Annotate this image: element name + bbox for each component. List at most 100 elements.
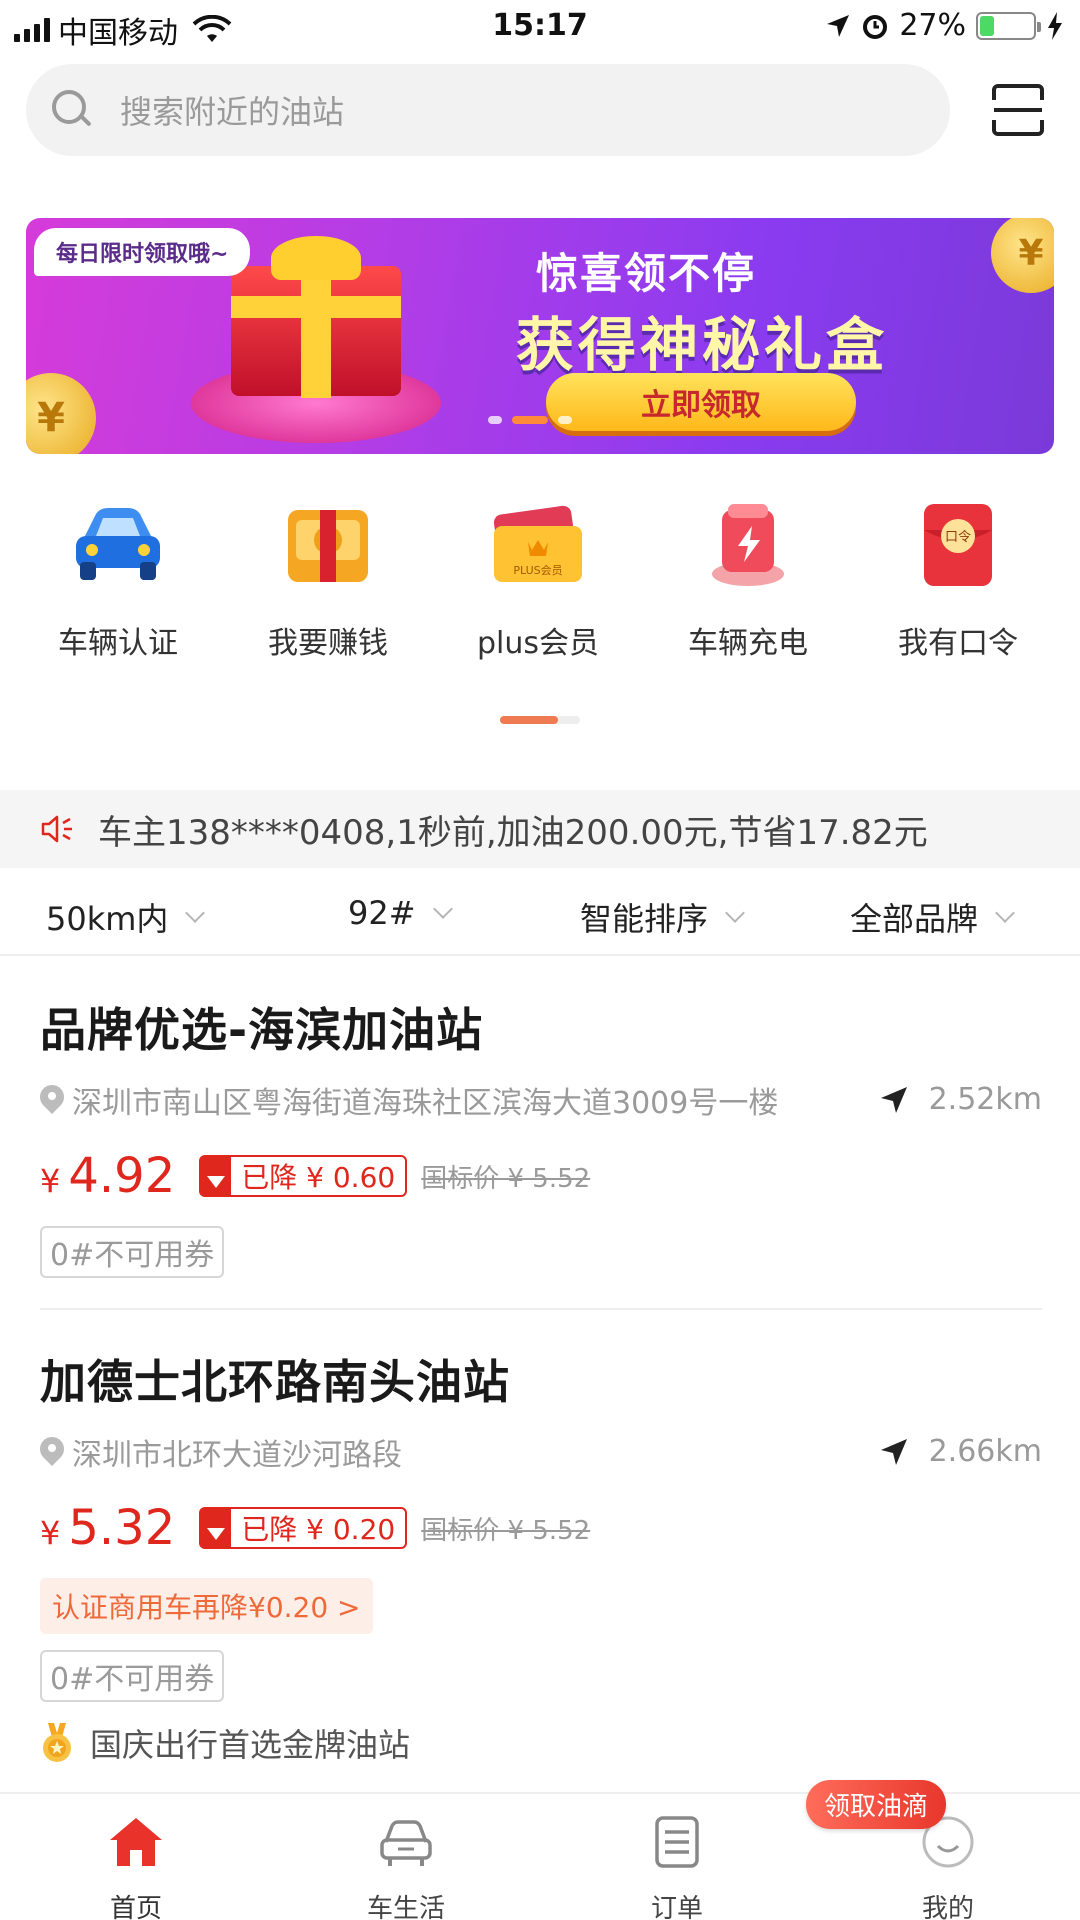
currency-symbol: ¥ <box>40 1514 61 1552</box>
tab-label: 订单 <box>650 1894 703 1920</box>
quick-entry-plus-member[interactable]: PLUS会员 plus会员 <box>433 500 643 662</box>
navigate-icon <box>880 1086 907 1113</box>
alarm-icon <box>863 14 888 39</box>
battery-icon <box>976 11 1041 40</box>
filter-label: 50km内 <box>46 900 169 938</box>
quick-entry-label: 车辆认证 <box>58 626 178 661</box>
battery-percent: 27% <box>899 8 966 43</box>
quick-entry-vehicle-cert[interactable]: 车辆认证 <box>13 500 223 662</box>
price-row: ¥5.32 已降 ¥ 0.20 国标价 ¥ 5.52 <box>40 1500 1042 1556</box>
filter-brand[interactable]: 全部品牌 <box>850 894 1015 940</box>
station-name: 加德士北环路南头油站 <box>40 1355 510 1409</box>
honor-text: 国庆出行首选金牌油站 <box>90 1726 411 1764</box>
money-icon: ¥ <box>280 500 376 592</box>
navigate-icon <box>880 1438 907 1465</box>
claim-button[interactable]: 立即领取 <box>546 373 856 431</box>
plus-card-icon: PLUS会员 <box>490 500 586 592</box>
notice-bar[interactable]: 车主138****0408,1秒前,加油200.00元,节省17.82元 <box>0 790 1080 868</box>
scan-icon[interactable] <box>990 82 1046 138</box>
quick-entry-grid: 车辆认证 ¥ 我要赚钱 PLUS会员 plus会员 <box>0 500 1080 670</box>
quick-entry-label: 我有口令 <box>898 626 1018 661</box>
station-distance[interactable]: 2.66km <box>879 1434 1042 1469</box>
price-value: 4.92 <box>68 1148 176 1204</box>
banner-dot <box>558 416 572 424</box>
price-row: ¥4.92 已降 ¥ 0.60 国标价 ¥ 5.52 <box>40 1148 1042 1204</box>
quick-entry-earn-money[interactable]: ¥ 我要赚钱 <box>223 500 433 662</box>
chevron-down-icon <box>432 899 453 919</box>
tab-orders[interactable]: 订单 <box>597 1814 757 1920</box>
tab-profile[interactable]: 我的 <box>868 1814 1028 1920</box>
station-address-row: 深圳市北环大道沙河路段 2.66km <box>35 1432 1042 1473</box>
gift-bow-icon <box>271 236 361 280</box>
station-price: ¥5.32 <box>40 1500 175 1556</box>
distance-value: 2.66km <box>928 1434 1042 1469</box>
station-address: 深圳市北环大道沙河路段 <box>72 1438 402 1473</box>
quick-entry-label: 车辆充电 <box>688 626 808 661</box>
banner-tag: 每日限时领取哦~ <box>34 228 251 276</box>
station-card[interactable]: 品牌优选-海滨加油站 深圳市南山区粤海街道海珠社区滨海大道3009号一楼 2.5… <box>35 994 1042 1278</box>
claim-oil-drops-badge[interactable]: 领取油滴 <box>806 1780 947 1829</box>
quick-entry-label: plus会员 <box>476 626 600 661</box>
station-address: 深圳市南山区粤海街道海珠社区滨海大道3009号一楼 <box>72 1086 779 1121</box>
search-input[interactable]: 搜索附近的油站 <box>26 64 950 156</box>
station-card[interactable]: 加德士北环路南头油站 深圳市北环大道沙河路段 2.66km ¥5.32 已降 ¥… <box>35 1346 1042 1766</box>
location-pin-icon <box>35 1080 69 1115</box>
coin-icon: ¥ <box>26 373 96 454</box>
quick-entry-pager <box>500 716 580 724</box>
filter-label: 92# <box>348 894 416 932</box>
home-icon <box>110 1818 162 1866</box>
filter-label: 全部品牌 <box>850 900 979 938</box>
status-right: 27% <box>825 8 1064 43</box>
banner-dot-active <box>512 416 548 424</box>
banner-dot <box>488 416 502 424</box>
tab-car-life[interactable]: 车生活 <box>326 1814 486 1920</box>
price-drop-badge: 已降 ¥ 0.20 <box>199 1507 408 1549</box>
tab-label: 首页 <box>109 1894 162 1920</box>
station-distance[interactable]: 2.52km <box>879 1082 1042 1117</box>
notice-text: 车主138****0408,1秒前,加油200.00元,节省17.82元 <box>98 812 928 853</box>
filter-bar: 50km内 92# 智能排序 全部品牌 <box>0 880 1080 956</box>
promo-banner[interactable]: ¥ ¥ 每日限时领取哦~ 惊喜领不停 获得神秘礼盒 立即领取 <box>26 218 1054 454</box>
tab-label: 车生活 <box>366 1894 445 1920</box>
list-price: 国标价 ¥ 5.52 <box>421 1515 591 1546</box>
search-icon <box>52 90 92 130</box>
list-price: 国标价 ¥ 5.52 <box>421 1163 591 1194</box>
gold-medal-icon <box>43 1723 71 1762</box>
distance-value: 2.52km <box>928 1082 1042 1117</box>
station-name: 品牌优选-海滨加油站 <box>40 1003 484 1057</box>
commercial-vehicle-promo[interactable]: 认证商用车再降¥0.20 > <box>40 1578 373 1634</box>
location-pin-icon <box>35 1432 69 1467</box>
location-arrow-icon <box>827 14 850 37</box>
price-value: 5.32 <box>68 1500 176 1556</box>
car-icon <box>70 500 166 592</box>
quick-entry-passcode[interactable]: 口令 我有口令 <box>853 500 1063 662</box>
price-drop-text: 已降 ¥ 0.60 <box>241 1161 396 1194</box>
filter-label: 智能排序 <box>580 900 709 938</box>
filter-distance[interactable]: 50km内 <box>46 894 206 940</box>
filter-sort[interactable]: 智能排序 <box>580 894 745 940</box>
banner-subtitle: 惊喜领不停 <box>536 249 757 298</box>
coupon-tag: 0#不可用券 <box>40 1226 225 1278</box>
speaker-icon <box>41 815 72 843</box>
down-arrow-icon <box>201 1157 232 1195</box>
quick-entry-label: 我要赚钱 <box>268 626 388 661</box>
station-address-row: 深圳市南山区粤海街道海珠社区滨海大道3009号一楼 2.52km <box>35 1080 1042 1121</box>
price-drop-badge: 已降 ¥ 0.60 <box>199 1155 408 1197</box>
order-icon <box>655 1816 699 1868</box>
search-placeholder: 搜索附近的油站 <box>120 93 345 131</box>
red-envelope-icon: 口令 <box>910 500 1006 592</box>
charging-icon <box>700 500 796 592</box>
coupon-tag: 0#不可用券 <box>40 1650 225 1702</box>
down-arrow-icon <box>201 1509 232 1547</box>
chevron-down-icon <box>725 903 745 923</box>
chevron-down-icon <box>995 903 1015 923</box>
car-life-icon <box>380 1820 432 1866</box>
honor-row: 国庆出行首选金牌油站 <box>40 1720 1042 1766</box>
svg-text:PLUS会员: PLUS会员 <box>513 564 562 577</box>
tab-home[interactable]: 首页 <box>56 1814 216 1920</box>
chevron-down-icon <box>185 903 206 923</box>
tab-label: 我的 <box>921 1894 974 1920</box>
filter-fuel-grade[interactable]: 92# <box>348 894 453 932</box>
station-price: ¥4.92 <box>40 1148 175 1204</box>
quick-entry-charging[interactable]: 车辆充电 <box>643 500 853 662</box>
